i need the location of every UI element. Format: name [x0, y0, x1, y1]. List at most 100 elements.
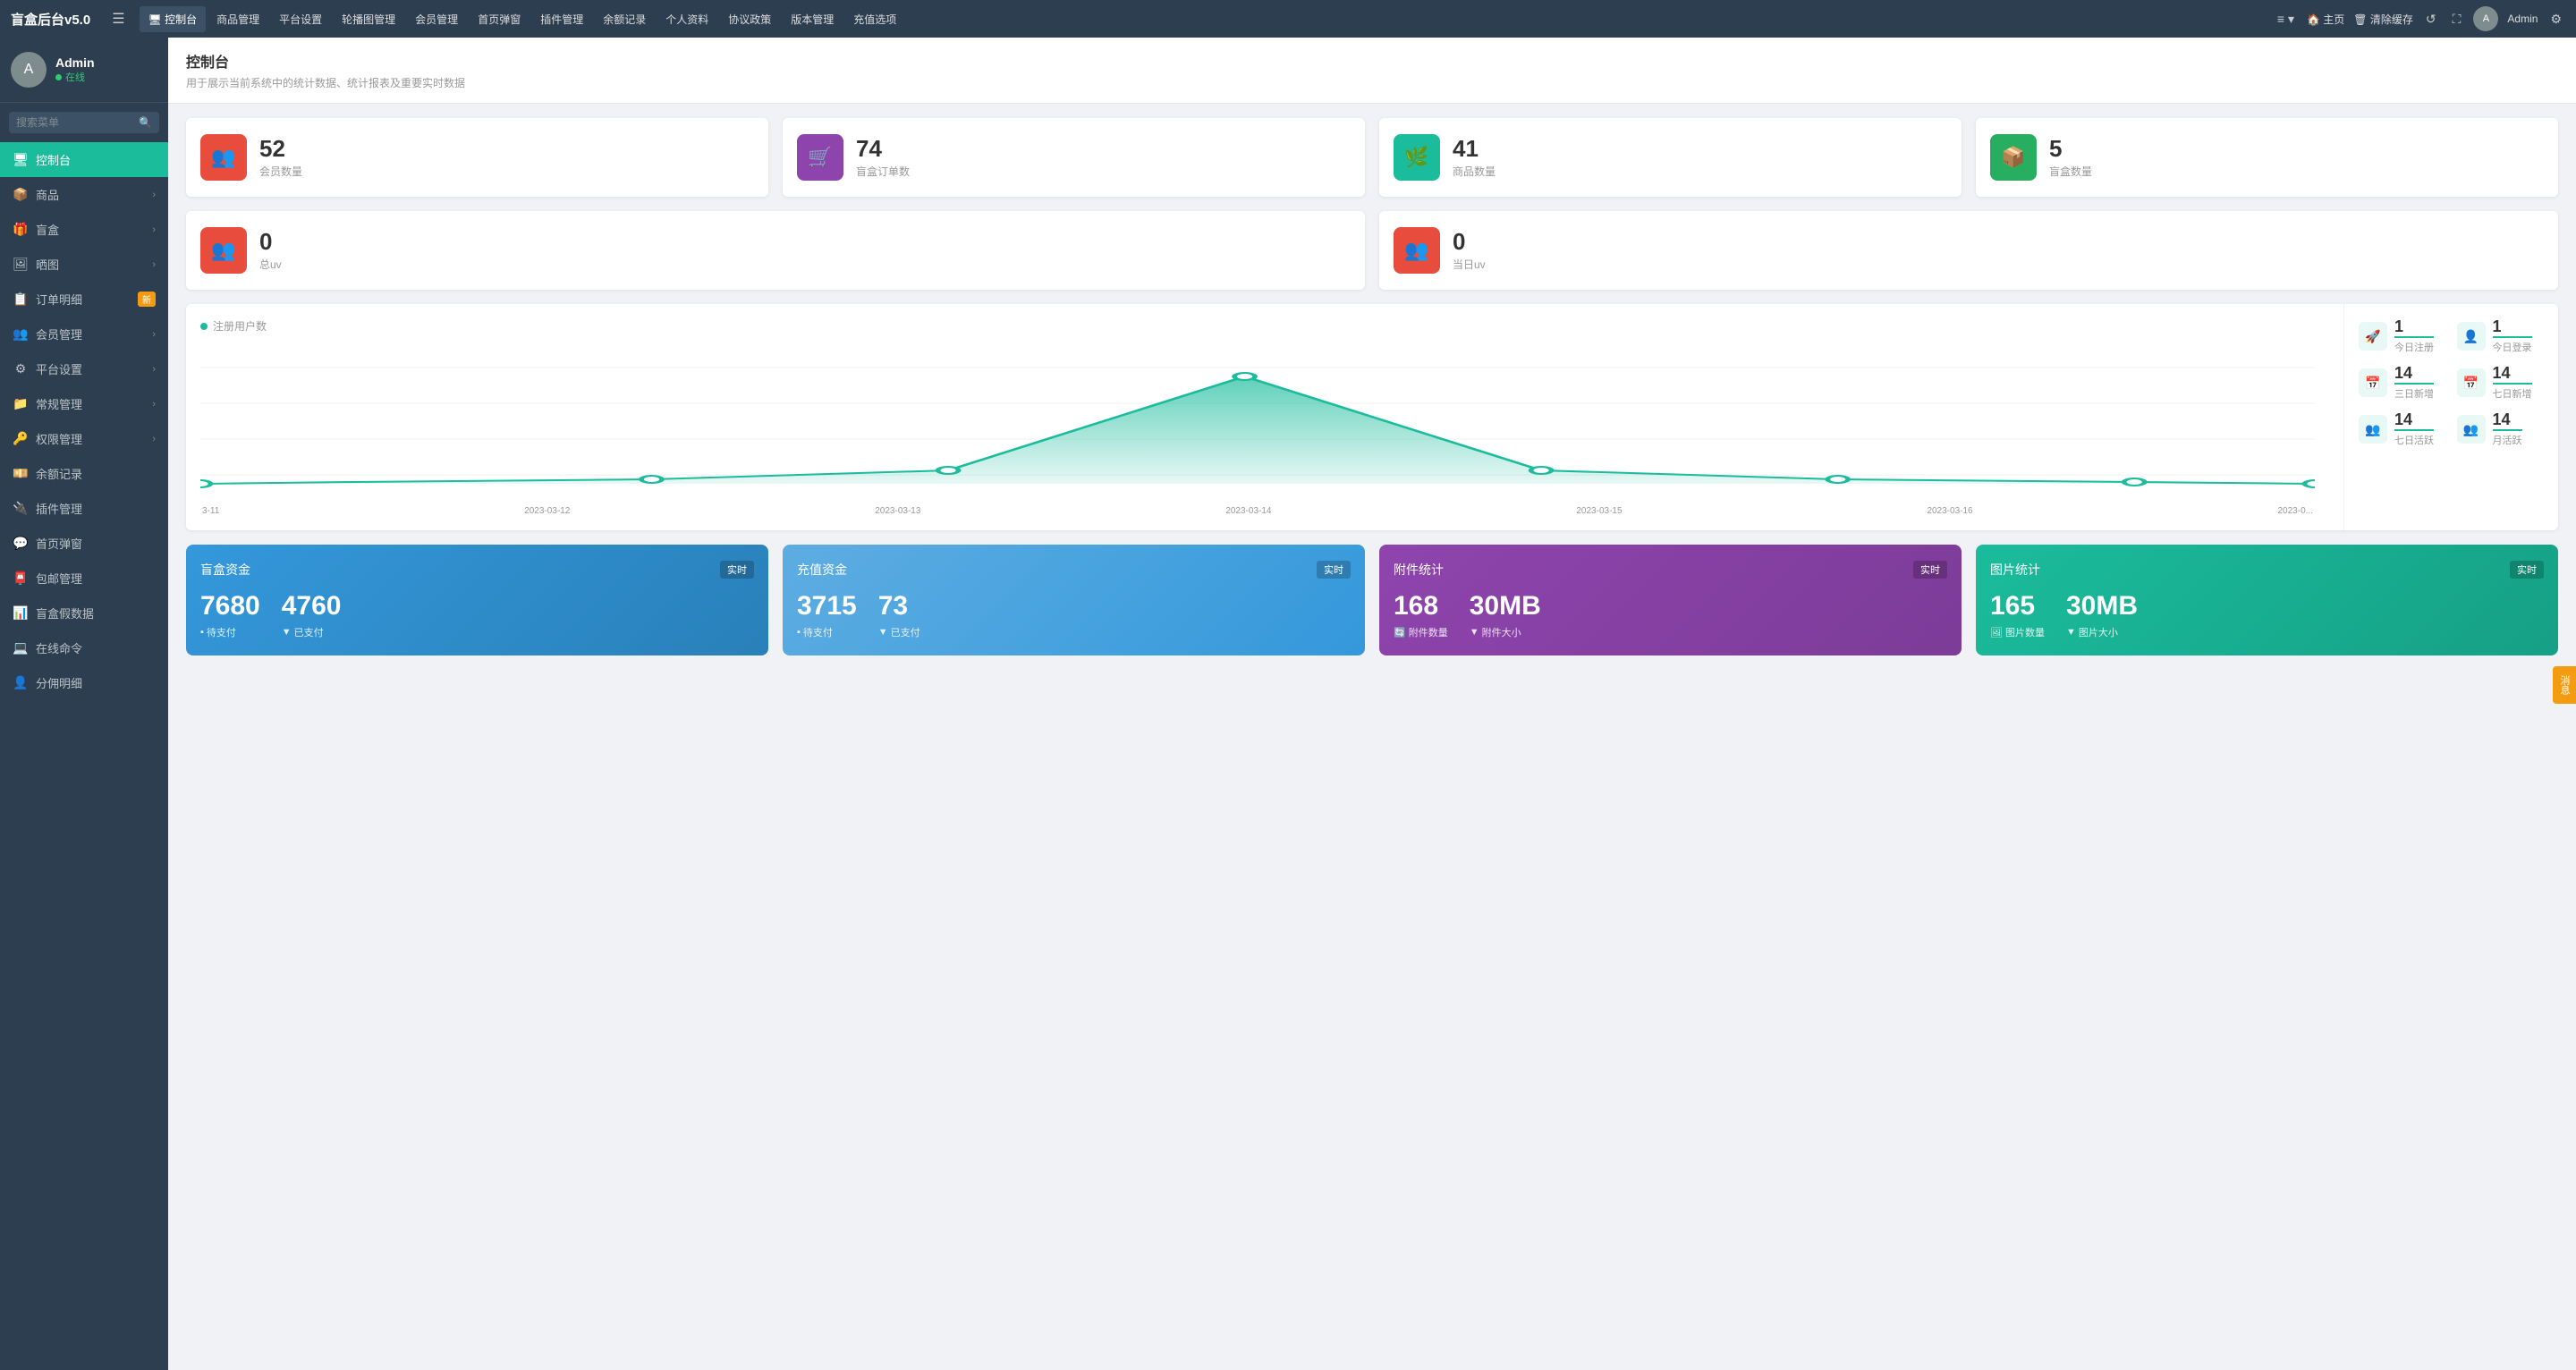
blindbox-icon: 🎁: [13, 222, 29, 237]
sidebar-item-orders[interactable]: 📋 订单明细 新: [0, 282, 168, 317]
sidebar-item-online-cmd[interactable]: 💻 在线命令: [0, 630, 168, 665]
blindbox-pending-pay: 7680 ▪ 待支付: [200, 593, 260, 639]
sidebar-item-commission[interactable]: 👤 分佣明细: [0, 665, 168, 700]
realtime-badge-4: 实时: [2510, 561, 2544, 579]
top-nav-right: ≡ ▾ 🏠 主页 🗑 清除缓存 ↺ ⛶ A Admin ⚙: [2274, 6, 2565, 31]
blindbox-paid-value: 4760: [282, 593, 342, 620]
main-layout: A Admin 在线 🔍 🖥 控制台 📦 商品 ›: [0, 38, 2576, 1370]
attachment-size: 30MB ▼ 附件大小: [1470, 593, 1541, 639]
images-count: 165 🖼 图片数量: [1990, 593, 2045, 639]
sidebar-item-general[interactable]: 📁 常规管理 ›: [0, 386, 168, 421]
members-label: 会员数量: [259, 164, 302, 179]
sidebar-item-label: 会员管理: [36, 326, 145, 342]
sidebar-item-permissions[interactable]: 🔑 权限管理 ›: [0, 421, 168, 456]
total-uv-count: 0: [259, 230, 282, 253]
topnav-item-version[interactable]: 版本管理: [782, 6, 843, 32]
x-label-6: 2023-03-16: [1927, 506, 1972, 516]
today-register-label: 今日注册: [2394, 336, 2434, 354]
stat-card-daily-uv: 👥 0 当日uv: [1379, 211, 2558, 290]
menu-list-icon[interactable]: ≡ ▾: [2274, 8, 2298, 30]
sidebar-item-mail[interactable]: 📮 包邮管理: [0, 561, 168, 596]
stat-card-products: 🌿 41 商品数量: [1379, 118, 1962, 197]
topnav-item-plugin[interactable]: 插件管理: [531, 6, 592, 32]
main-content: 控制台 用于展示当前系统中的统计数据、统计报表及重要实时数据 👥 52 会员数量…: [168, 38, 2576, 1370]
products-stat-icon: 🌿: [1394, 134, 1440, 181]
refresh-icon[interactable]: ↺: [2422, 8, 2440, 30]
topnav-item-platform[interactable]: 平台设置: [270, 6, 331, 32]
today-login-value: 1: [2493, 318, 2532, 334]
images-count-label: 🖼 图片数量: [1990, 625, 2045, 639]
topnav-item-profile[interactable]: 个人资料: [657, 6, 717, 32]
rocket-icon: 🚀: [2359, 322, 2387, 351]
images-size: 30MB ▼ 图片大小: [2066, 593, 2138, 639]
topnav-item-policy[interactable]: 协议政策: [719, 6, 780, 32]
sidebar-item-balance[interactable]: 💴 余额记录: [0, 456, 168, 491]
sidebar-item-label: 分佣明细: [36, 674, 156, 691]
images-title: 图片统计: [1990, 561, 2040, 579]
sidebar-item-plugin[interactable]: 🔌 插件管理: [0, 491, 168, 526]
bottom-card-attachment: 附件统计 实时 168 🔄 附件数量 30MB: [1379, 545, 1962, 655]
sidebar-item-homepage-popup[interactable]: 💬 首页弹窗: [0, 526, 168, 561]
sidebar-item-blindbox[interactable]: 🎁 盲盒 ›: [0, 212, 168, 247]
topnav-item-popup[interactable]: 首页弹窗: [469, 6, 530, 32]
topnav-item-balance[interactable]: 余额记录: [594, 6, 655, 32]
chart-stat-7day-new: 📅 14 七日新增: [2457, 365, 2545, 401]
daily-uv-label: 当日uv: [1453, 257, 1486, 272]
top-navigation: 盲盒后台v5.0 ☰ 🖥 控制台 商品管理 平台设置 轮播图管理 会员管理 首页…: [0, 0, 2576, 38]
sidebar-item-platform[interactable]: ⚙ 平台设置 ›: [0, 351, 168, 386]
sidebar-item-label: 盲盒假数据: [36, 605, 156, 622]
sidebar-search-box[interactable]: 🔍: [9, 112, 159, 133]
user-avatar-top[interactable]: A: [2473, 6, 2498, 31]
plugin-icon: 🔌: [13, 501, 29, 516]
sidebar-item-label: 商品: [36, 186, 145, 203]
sidebar-item-fake-data[interactable]: 📊 盲盒假数据: [0, 596, 168, 630]
calendar2-icon: 📅: [2457, 368, 2486, 397]
topnav-item-member[interactable]: 会员管理: [406, 6, 467, 32]
x-label-5: 2023-03-15: [1576, 506, 1622, 516]
general-icon: 📁: [13, 396, 29, 411]
7day-new-label: 七日新增: [2493, 383, 2532, 401]
sidebar-item-members[interactable]: 👥 会员管理 ›: [0, 317, 168, 351]
x-label-1: 3-11: [202, 506, 219, 516]
fullscreen-icon[interactable]: ⛶: [2449, 8, 2465, 30]
sidebar-item-dashboard[interactable]: 🖥 控制台: [0, 142, 168, 177]
chart-svg: [200, 341, 2315, 502]
home-link[interactable]: 🏠 主页: [2307, 12, 2344, 27]
sidebar-item-label: 常规管理: [36, 395, 145, 412]
topnav-item-carousel[interactable]: 轮播图管理: [333, 6, 404, 32]
sidebar-username: Admin: [55, 55, 157, 70]
sidebar-item-晒图[interactable]: 🖼 晒图 ›: [0, 247, 168, 282]
attachment-count-label: 🔄 附件数量: [1394, 625, 1448, 639]
chart-legend-label: 注册用户数: [213, 318, 267, 334]
sidebar-nav: 🖥 控制台 📦 商品 › 🎁 盲盒 › 🖼 晒图 › 📋 订单明细 新: [0, 142, 168, 1370]
sidebar-item-goods[interactable]: 📦 商品 ›: [0, 177, 168, 212]
toggle-sidebar-button[interactable]: ☰: [108, 6, 128, 31]
chart-legend: 注册用户数: [200, 318, 2315, 334]
sidebar-user-avatar: A: [11, 52, 47, 88]
right-side-tab[interactable]: 消息: [2553, 666, 2576, 704]
page-title: 控制台: [186, 50, 2558, 72]
admin-name-top[interactable]: Admin: [2507, 13, 2538, 25]
chevron-right-icon: ›: [152, 434, 156, 444]
popup-icon: 💬: [13, 536, 29, 551]
attachment-count: 168 🔄 附件数量: [1394, 593, 1448, 639]
attachment-count-value: 168: [1394, 593, 1448, 620]
members-icon: 👥: [13, 326, 29, 342]
chart-stat-today-register: 🚀 1 今日注册: [2359, 318, 2446, 354]
settings-icon[interactable]: ⚙: [2546, 8, 2565, 30]
topnav-item-goods[interactable]: 商品管理: [208, 6, 268, 32]
topnav-item-dashboard[interactable]: 🖥 控制台: [140, 6, 207, 32]
chevron-right-icon: ›: [152, 329, 156, 340]
recharge-fund-header: 充值资金 实时: [797, 561, 1351, 579]
attachment-values: 168 🔄 附件数量 30MB ▼ 附件大小: [1394, 593, 1947, 639]
page-body: 👥 52 会员数量 🛒 74 盲盒订单数 🌿 41: [168, 104, 2576, 670]
orders-icon: 📋: [13, 292, 29, 307]
sidebar-user-status: 在线: [55, 70, 157, 84]
orders-stat-icon: 🛒: [797, 134, 843, 181]
recharge-pending-label: ▪ 待支付: [797, 625, 857, 639]
search-input[interactable]: [16, 116, 139, 129]
topnav-item-recharge[interactable]: 充值选项: [844, 6, 905, 32]
blindbox-fund-header: 盲盒资金 实时: [200, 561, 754, 579]
clear-cache-button[interactable]: 🗑 清除缓存: [2353, 12, 2413, 27]
attachment-title: 附件统计: [1394, 561, 1444, 579]
